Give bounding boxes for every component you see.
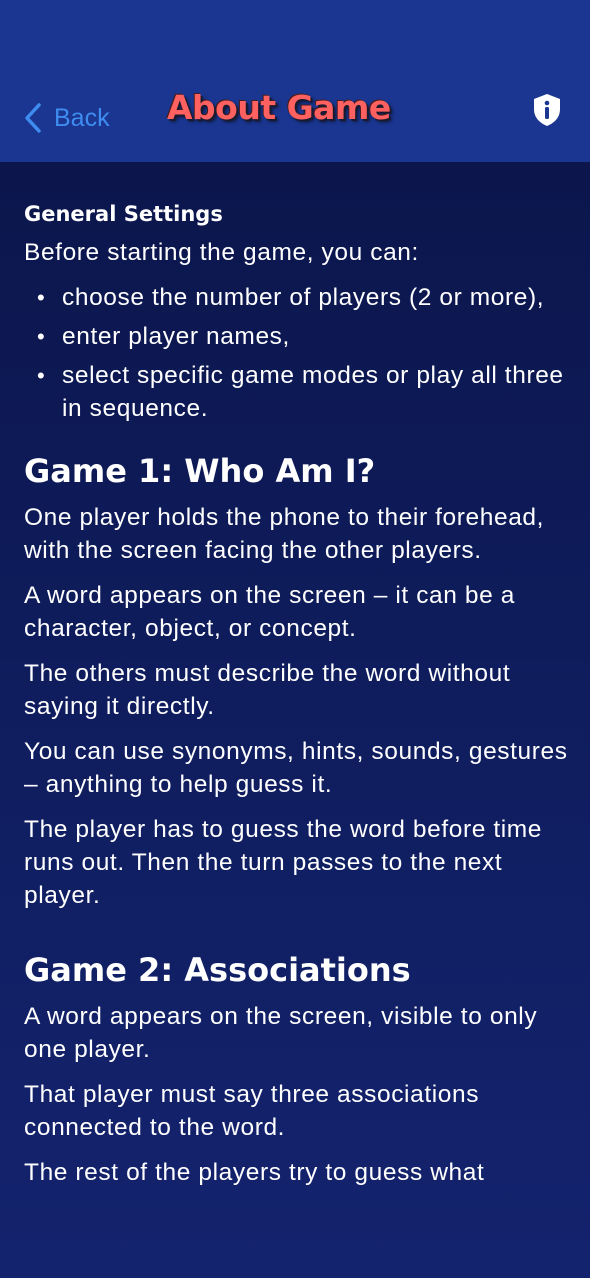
game2-paragraph: That player must say three associations …: [24, 1081, 480, 1141]
back-button[interactable]: Back: [22, 98, 110, 138]
list-item: enter player names,: [24, 320, 569, 353]
chevron-left-icon: [25, 103, 41, 133]
game1-paragraph: One player holds the phone to their fore…: [24, 504, 545, 564]
game2-paragraph: The rest of the players try to guess wha…: [24, 1159, 485, 1186]
game1-paragraph: You can use synonyms, hints, sounds, ges…: [24, 738, 568, 798]
top-bar: Back About Game: [0, 0, 590, 162]
info-button[interactable]: [530, 92, 564, 128]
game2-heading: Game 2: Associations: [24, 951, 411, 989]
game1-paragraph: The others must describe the word withou…: [24, 660, 511, 720]
game1-paragraph: A word appears on the screen – it can be…: [24, 582, 515, 642]
game1-heading: Game 1: Who Am I?: [24, 452, 376, 490]
content-scroll[interactable]: General Settings Before starting the gam…: [24, 196, 569, 1201]
list-item: choose the number of players (2 or more)…: [24, 281, 569, 314]
game1-paragraph: The player has to guess the word before …: [24, 816, 543, 909]
shield-info-icon: [534, 94, 560, 126]
page-title: About Game: [167, 88, 391, 127]
game2-paragraph: A word appears on the screen, visible to…: [24, 1003, 538, 1063]
back-label: Back: [54, 103, 110, 132]
general-settings-list: choose the number of players (2 or more)…: [24, 281, 569, 425]
general-intro: Before starting the game, you can:: [24, 239, 419, 266]
general-settings-heading: General Settings: [24, 202, 223, 226]
list-item: select specific game modes or play all t…: [24, 359, 569, 425]
